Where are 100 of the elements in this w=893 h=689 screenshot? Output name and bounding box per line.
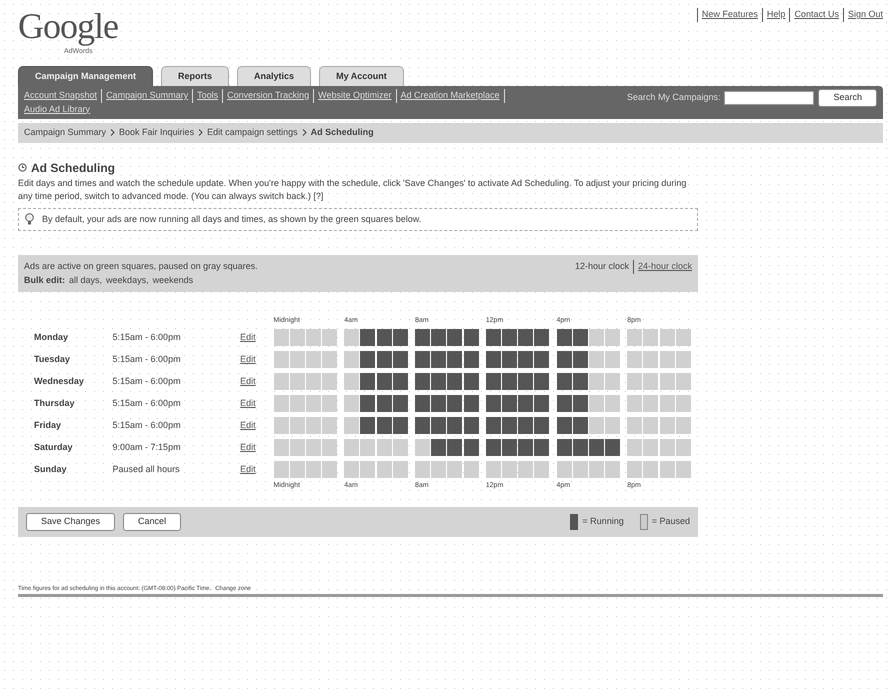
hour-cell[interactable] bbox=[464, 461, 479, 478]
hour-cell[interactable] bbox=[322, 329, 338, 346]
hour-cell[interactable] bbox=[290, 351, 305, 368]
hour-cell[interactable] bbox=[447, 417, 462, 434]
hour-cell[interactable] bbox=[627, 351, 642, 368]
hour-cell[interactable] bbox=[306, 439, 321, 456]
hour-cell[interactable] bbox=[556, 417, 572, 434]
search-button[interactable]: Search bbox=[818, 89, 877, 106]
hour-cell[interactable] bbox=[392, 329, 408, 346]
hour-cell[interactable] bbox=[627, 373, 642, 390]
hour-cell[interactable] bbox=[534, 461, 550, 478]
hour-cell[interactable] bbox=[431, 373, 446, 390]
hour-cell[interactable] bbox=[360, 417, 376, 434]
hour-cell[interactable] bbox=[447, 461, 462, 478]
save-button[interactable]: Save Changes bbox=[26, 513, 116, 530]
hour-cell[interactable] bbox=[518, 373, 534, 390]
edit-link[interactable]: Edit bbox=[240, 462, 274, 476]
hour-cell[interactable] bbox=[464, 329, 479, 346]
hour-cell[interactable] bbox=[306, 417, 321, 434]
hour-cell[interactable] bbox=[588, 373, 604, 390]
hour-cell[interactable] bbox=[274, 395, 289, 412]
hour-cell[interactable] bbox=[660, 395, 675, 412]
hour-cell[interactable] bbox=[464, 351, 479, 368]
advanced-mode-link[interactable]: switch to advanced mode bbox=[84, 191, 186, 201]
hour-cell[interactable] bbox=[605, 351, 620, 368]
hour-cell[interactable] bbox=[447, 351, 462, 368]
hour-cell[interactable] bbox=[447, 439, 462, 456]
hour-cell[interactable] bbox=[518, 439, 534, 456]
hour-cell[interactable] bbox=[534, 417, 550, 434]
hour-cell[interactable] bbox=[464, 373, 479, 390]
hour-cell[interactable] bbox=[447, 329, 462, 346]
hour-cell[interactable] bbox=[676, 417, 691, 434]
bulk-edit-link[interactable]: weekdays, bbox=[106, 274, 149, 287]
hour-cell[interactable] bbox=[344, 461, 360, 478]
hour-cell[interactable] bbox=[486, 461, 501, 478]
hour-cell[interactable] bbox=[486, 373, 501, 390]
hour-cell[interactable] bbox=[660, 439, 675, 456]
hour-cell[interactable] bbox=[376, 439, 392, 456]
nav-tab[interactable]: Reports bbox=[161, 66, 230, 86]
nav-tab[interactable]: Analytics bbox=[237, 66, 312, 86]
hour-cell[interactable] bbox=[660, 461, 675, 478]
hour-cell[interactable] bbox=[431, 351, 446, 368]
hour-cell[interactable] bbox=[534, 373, 550, 390]
breadcrumb-link[interactable]: Campaign Summary bbox=[24, 126, 106, 140]
hour-cell[interactable] bbox=[502, 417, 517, 434]
hour-cell[interactable] bbox=[605, 417, 620, 434]
hour-cell[interactable] bbox=[322, 439, 338, 456]
hour-cell[interactable] bbox=[290, 329, 305, 346]
hour-cell[interactable] bbox=[502, 329, 517, 346]
hour-cell[interactable] bbox=[431, 461, 446, 478]
search-field[interactable] bbox=[724, 90, 814, 105]
hour-cell[interactable] bbox=[502, 351, 517, 368]
hour-cell[interactable] bbox=[486, 329, 501, 346]
hour-cell[interactable] bbox=[627, 329, 642, 346]
hour-cell[interactable] bbox=[274, 373, 289, 390]
hour-cell[interactable] bbox=[360, 461, 376, 478]
hour-cell[interactable] bbox=[572, 351, 588, 368]
hour-cell[interactable] bbox=[415, 351, 430, 368]
hour-cell[interactable] bbox=[274, 417, 289, 434]
hour-cell[interactable] bbox=[360, 373, 376, 390]
hour-cell[interactable] bbox=[486, 439, 501, 456]
hour-cell[interactable] bbox=[344, 351, 360, 368]
hour-cell[interactable] bbox=[534, 439, 550, 456]
hour-cell[interactable] bbox=[518, 461, 534, 478]
hour-cell[interactable] bbox=[643, 417, 658, 434]
hour-cell[interactable] bbox=[534, 351, 550, 368]
hour-cell[interactable] bbox=[392, 351, 408, 368]
subnav-link[interactable]: Ad Creation Marketplace bbox=[400, 89, 505, 102]
nav-tab[interactable]: Campaign Management bbox=[18, 66, 154, 86]
hour-cell[interactable] bbox=[502, 461, 517, 478]
edit-link[interactable]: Edit bbox=[240, 440, 274, 454]
cancel-button[interactable]: Cancel bbox=[123, 513, 182, 530]
hour-cell[interactable] bbox=[415, 439, 430, 456]
clock-link[interactable]: 12-hour clock bbox=[574, 260, 629, 274]
hour-cell[interactable] bbox=[376, 373, 392, 390]
hour-cell[interactable] bbox=[605, 329, 620, 346]
hour-cell[interactable] bbox=[274, 461, 289, 478]
hour-cell[interactable] bbox=[392, 439, 408, 456]
edit-link[interactable]: Edit bbox=[240, 352, 274, 366]
hour-cell[interactable] bbox=[447, 395, 462, 412]
bulk-edit-link[interactable]: weekends bbox=[152, 274, 194, 287]
hour-cell[interactable] bbox=[627, 395, 642, 412]
hour-cell[interactable] bbox=[534, 395, 550, 412]
hour-cell[interactable] bbox=[676, 351, 691, 368]
hour-cell[interactable] bbox=[464, 439, 479, 456]
hour-cell[interactable] bbox=[643, 351, 658, 368]
hour-cell[interactable] bbox=[431, 417, 446, 434]
hour-cell[interactable] bbox=[502, 395, 517, 412]
hour-cell[interactable] bbox=[360, 329, 376, 346]
hour-cell[interactable] bbox=[627, 417, 642, 434]
hour-cell[interactable] bbox=[588, 417, 604, 434]
hour-cell[interactable] bbox=[643, 439, 658, 456]
hour-cell[interactable] bbox=[376, 417, 392, 434]
hour-cell[interactable] bbox=[676, 329, 691, 346]
subnav-link[interactable]: Tools bbox=[197, 89, 224, 102]
hour-cell[interactable] bbox=[306, 373, 321, 390]
hour-cell[interactable] bbox=[274, 329, 289, 346]
subnav-link[interactable]: Conversion Tracking bbox=[227, 89, 314, 102]
hour-cell[interactable] bbox=[676, 461, 691, 478]
hour-cell[interactable] bbox=[556, 439, 572, 456]
